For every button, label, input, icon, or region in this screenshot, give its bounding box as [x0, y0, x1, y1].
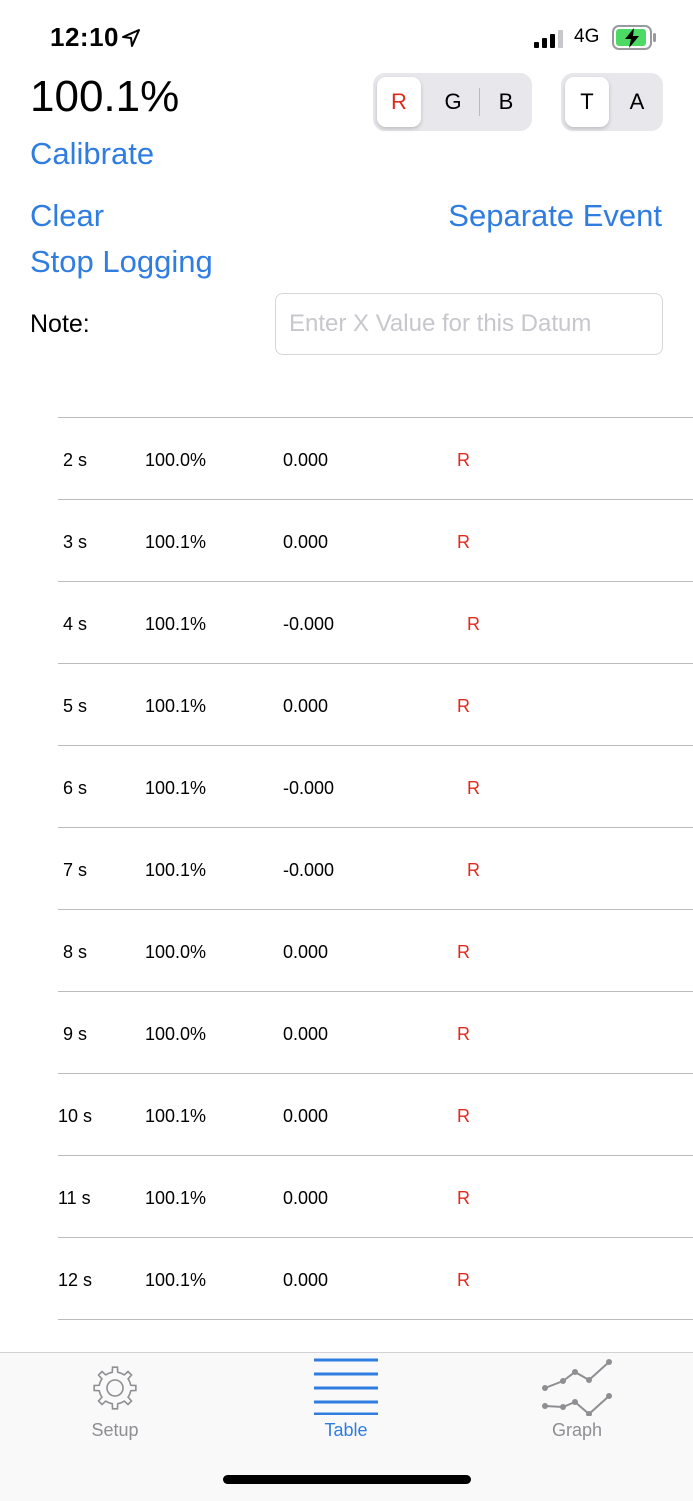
gear-icon — [93, 1366, 137, 1410]
table-row[interactable]: 3 s 100.1% 0.000 R — [58, 499, 693, 581]
table-row[interactable]: 6 s 100.1% -0.000 R — [58, 745, 693, 827]
row-percent: 100.1% — [145, 696, 207, 716]
row-percent: 100.0% — [145, 450, 207, 470]
row-channel: R — [457, 1024, 470, 1044]
table-row[interactable]: 12 s 100.1% 0.000 R — [58, 1237, 693, 1319]
row-time: 4 s — [63, 614, 88, 634]
row-value: 0.000 — [283, 450, 329, 470]
channel-segmented-control: R G B — [373, 73, 532, 131]
row-time: 3 s — [63, 532, 88, 552]
table-row[interactable]: 4 s 100.1% -0.000 R — [58, 581, 693, 663]
row-percent: 100.1% — [145, 1106, 207, 1126]
table-row[interactable]: 7 s 100.1% -0.000 R — [58, 827, 693, 909]
row-time: 12 s — [58, 1270, 93, 1290]
row-value: 0.000 — [283, 696, 329, 716]
row-time: 7 s — [63, 860, 88, 880]
row-channel: R — [467, 614, 480, 634]
tab-table[interactable]: Table — [266, 1353, 426, 1453]
row-time: 9 s — [63, 1024, 88, 1044]
note-x-value-input[interactable] — [275, 293, 663, 355]
row-value: 0.000 — [283, 1024, 329, 1044]
table-row[interactable]: 11 s 100.1% 0.000 R — [58, 1155, 693, 1237]
data-table[interactable]: 2 s 100.0% 0.000 R 3 s 100.1% 0.000 R 4 s 100.1% -… — [0, 417, 693, 1352]
row-time: 5 s — [63, 696, 88, 716]
table-row[interactable]: 8 s 100.0% 0.000 R — [58, 909, 693, 991]
row-value: 0.000 — [283, 1106, 329, 1126]
row-percent: 100.0% — [145, 942, 207, 962]
row-value: 0.000 — [283, 1270, 329, 1290]
table-row[interactable]: 2 s 100.0% 0.000 R — [58, 417, 693, 499]
row-percent: 100.1% — [145, 860, 207, 880]
tab-table-label: Table — [324, 1420, 368, 1440]
row-time: 10 s — [58, 1106, 93, 1126]
network-type: 4G — [574, 26, 600, 47]
row-time: 11 s — [58, 1188, 91, 1208]
clear-button[interactable]: Clear — [30, 198, 104, 234]
row-value: 0.000 — [283, 1188, 329, 1208]
row-percent: 100.1% — [145, 532, 207, 552]
row-time: 2 s — [63, 450, 88, 470]
row-value: 0.000 — [283, 532, 329, 552]
table-row[interactable]: 13 s100.1%0.000R — [58, 1319, 693, 1352]
row-percent: 100.1% — [145, 778, 207, 798]
tab-graph[interactable]: Graph — [497, 1353, 657, 1453]
graph-icon — [542, 1359, 612, 1416]
status-bar: 12:10 4G — [0, 0, 693, 70]
channel-g-segment[interactable]: G — [429, 77, 477, 127]
row-channel: R — [457, 1188, 470, 1208]
row-channel: R — [457, 696, 470, 716]
segment-divider — [479, 88, 480, 116]
row-channel: R — [457, 1106, 470, 1126]
mode-segmented-control: T A — [561, 73, 663, 131]
channel-r-segment[interactable]: R — [377, 77, 421, 127]
row-channel: R — [467, 860, 480, 880]
tab-setup[interactable]: Setup — [35, 1353, 195, 1453]
note-label: Note: — [30, 310, 90, 338]
mode-a-segment[interactable]: A — [613, 77, 661, 127]
row-value: 0.000 — [283, 942, 329, 962]
row-percent: 100.0% — [145, 1024, 207, 1044]
home-indicator[interactable] — [223, 1475, 471, 1484]
row-channel: R — [457, 450, 470, 470]
row-value: -0.000 — [283, 860, 335, 880]
stop-logging-button[interactable]: Stop Logging — [30, 244, 213, 280]
row-percent: 100.1% — [145, 1188, 207, 1208]
row-channel: R — [457, 942, 470, 962]
mode-t-segment[interactable]: T — [565, 77, 609, 127]
row-channel: R — [457, 1270, 470, 1290]
row-channel: R — [457, 532, 470, 552]
table-row[interactable]: 5 s 100.1% 0.000 R — [58, 663, 693, 745]
row-time: 8 s — [63, 942, 88, 962]
location-arrow-icon — [122, 29, 140, 47]
table-row[interactable]: 10 s 100.1% 0.000 R — [58, 1073, 693, 1155]
row-time: 6 s — [63, 778, 88, 798]
table-row[interactable]: 9 s 100.0% 0.000 R — [58, 991, 693, 1073]
tab-setup-label: Setup — [91, 1420, 139, 1440]
list-icon — [314, 1358, 378, 1415]
battery-charging-icon — [612, 25, 656, 50]
row-value: -0.000 — [283, 614, 335, 634]
separate-event-button[interactable]: Separate Event — [448, 198, 662, 234]
signal-strength-icon — [534, 30, 563, 48]
row-percent: 100.1% — [145, 1270, 207, 1290]
status-time: 12:10 — [50, 22, 119, 52]
calibrate-button[interactable]: Calibrate — [30, 136, 154, 172]
row-percent: 100.1% — [145, 614, 207, 634]
channel-b-segment[interactable]: B — [483, 77, 529, 127]
tab-graph-label: Graph — [551, 1420, 603, 1440]
row-value: -0.000 — [283, 778, 335, 798]
current-reading: 100.1% — [30, 72, 180, 121]
row-channel: R — [467, 778, 480, 798]
